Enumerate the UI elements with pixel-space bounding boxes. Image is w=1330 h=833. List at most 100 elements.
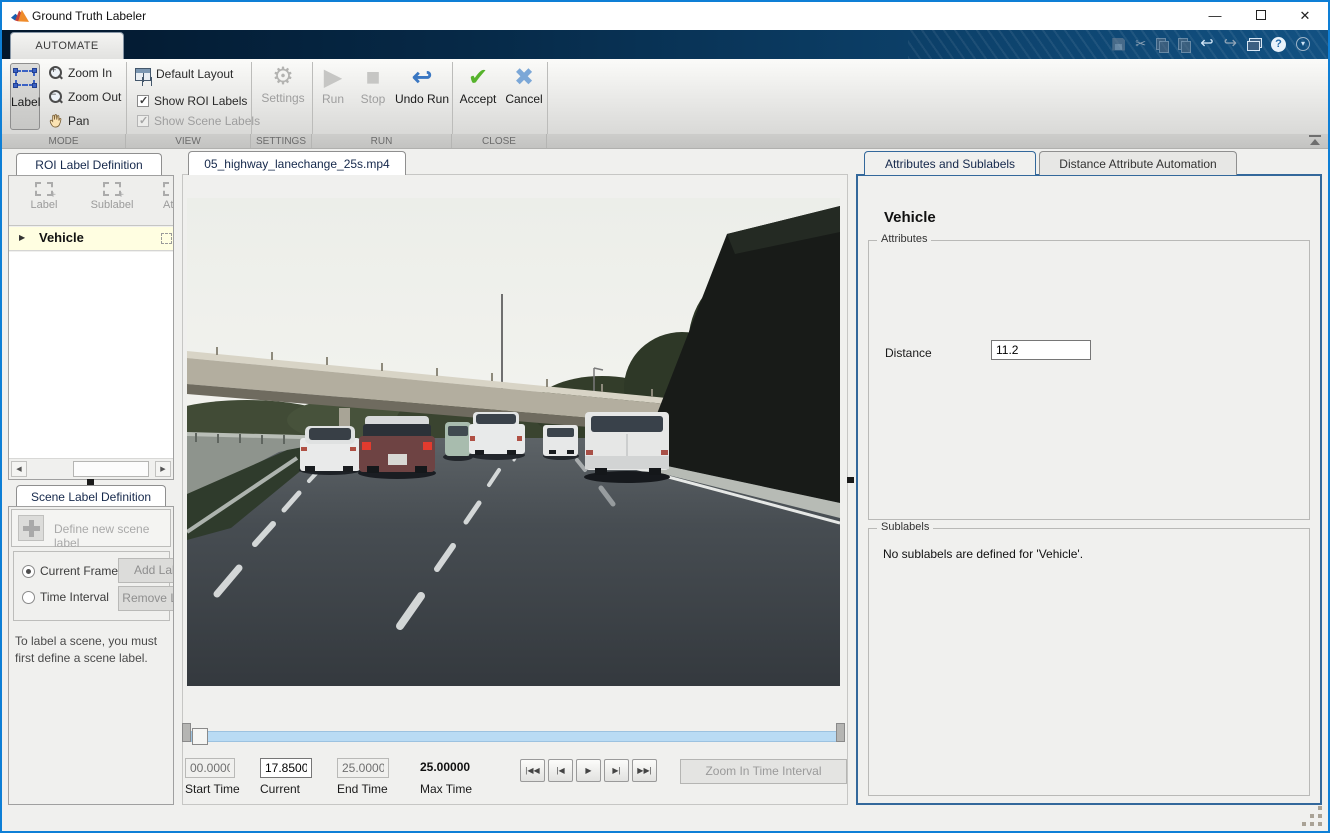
cut-icon[interactable]: ✂ xyxy=(1135,34,1146,54)
zoom-in-label: Zoom In xyxy=(68,66,112,80)
scene-hint-text: To label a scene, you must first define … xyxy=(15,633,167,668)
layout-windows-icon[interactable] xyxy=(1247,38,1261,50)
goto-last-frame-button[interactable]: ▶▶| xyxy=(632,759,657,782)
timeline-thumb[interactable] xyxy=(192,728,208,745)
zoom-out-button[interactable]: − Zoom Out xyxy=(48,89,121,104)
scene-label-definition-tab[interactable]: Scene Label Definition xyxy=(16,485,166,507)
ribbon-tab-automate[interactable]: AUTOMATE xyxy=(10,32,124,59)
label-mode-button[interactable]: Label xyxy=(10,63,40,130)
close-button[interactable]: ✕ xyxy=(1288,6,1322,26)
run-button[interactable]: ▶ Run xyxy=(318,65,348,106)
roi-label-caption: Label xyxy=(15,199,73,211)
roi-item-list[interactable] xyxy=(9,252,173,458)
ribbon-section-strip: MODE VIEW SETTINGS RUN CLOSE xyxy=(2,134,1328,149)
goto-first-frame-button[interactable]: |◀◀ xyxy=(520,759,545,782)
copy-icon[interactable] xyxy=(1156,38,1168,51)
resize-grip[interactable] xyxy=(1302,806,1324,826)
radio-selected-icon xyxy=(22,565,35,578)
title-bar: Ground Truth Labeler — ✕ xyxy=(2,2,1328,30)
pan-label: Pan xyxy=(68,114,89,128)
time-interval-radio[interactable]: Time Interval xyxy=(22,590,109,604)
scroll-right-icon[interactable]: ▶ xyxy=(155,461,171,477)
maximize-icon xyxy=(1256,10,1266,20)
add-label-button[interactable]: Add Label xyxy=(118,558,174,583)
start-time-field[interactable] xyxy=(185,758,235,778)
cancel-button[interactable]: ✖ Cancel xyxy=(502,65,546,106)
play-button[interactable]: ▶ xyxy=(576,759,601,782)
attributes-fieldset: Attributes Distance xyxy=(868,240,1310,520)
pan-button[interactable]: Pan xyxy=(48,113,89,128)
scroll-left-icon[interactable]: ◀ xyxy=(11,461,27,477)
checkbox-checked-disabled-icon xyxy=(137,115,149,127)
scrollbar-thumb[interactable] xyxy=(73,461,149,477)
zoom-in-button[interactable]: + Zoom In xyxy=(48,65,112,80)
show-scene-labels-label: Show Scene Labels xyxy=(154,114,260,128)
pan-hand-icon xyxy=(48,113,63,128)
roi-label-button[interactable]: Label xyxy=(15,179,73,223)
roi-dashed-box-icon[interactable] xyxy=(161,233,172,244)
settings-button[interactable]: ⚙ Settings xyxy=(257,64,309,105)
zoom-out-label: Zoom Out xyxy=(68,90,121,104)
app-window: Ground Truth Labeler — ✕ AUTOMATE ✂ ↩ ↪ … xyxy=(0,0,1330,833)
paste-icon[interactable] xyxy=(1178,38,1190,51)
roi-item-vehicle[interactable]: ▶ Vehicle xyxy=(9,227,173,251)
expander-icon[interactable]: ▶ xyxy=(19,233,25,242)
roi-color-swatch xyxy=(145,231,154,247)
settings-label: Settings xyxy=(257,91,309,105)
video-frame[interactable] xyxy=(187,198,840,686)
run-label: Run xyxy=(318,92,348,106)
interval-end-handle[interactable] xyxy=(836,723,845,742)
section-settings: SETTINGS xyxy=(251,134,312,148)
interval-start-handle[interactable] xyxy=(182,723,191,742)
default-layout-button[interactable]: Default Layout xyxy=(135,67,233,81)
previous-frame-button[interactable]: |◀ xyxy=(548,759,573,782)
undo-icon[interactable]: ↩ xyxy=(1200,34,1213,54)
roi-item-name: Vehicle xyxy=(39,230,84,245)
collapse-ribbon-icon[interactable] xyxy=(1308,135,1322,146)
scene-apply-group: Current Frame Time Interval Add Label Re… xyxy=(13,551,170,621)
end-time-field[interactable] xyxy=(337,758,389,778)
video-source-tab[interactable]: 05_highway_lanechange_25s.mp4 xyxy=(188,151,406,175)
redo-icon[interactable]: ↪ xyxy=(1224,34,1237,54)
toolbar-dropdown-icon[interactable]: ▾ xyxy=(1296,37,1310,51)
current-frame-radio[interactable]: Current Frame xyxy=(22,564,118,578)
save-icon[interactable] xyxy=(1112,38,1125,51)
roi-horizontal-scrollbar[interactable]: ◀ ▶ xyxy=(9,458,173,479)
next-frame-button[interactable]: ▶| xyxy=(604,759,629,782)
panel-splitter-handle[interactable] xyxy=(847,477,854,483)
remove-label-button[interactable]: Remove Label xyxy=(118,586,174,611)
distance-input[interactable] xyxy=(991,340,1091,360)
checkbox-checked-icon xyxy=(137,95,149,107)
help-icon[interactable]: ? xyxy=(1271,37,1286,52)
timeline-track[interactable] xyxy=(191,731,837,742)
zoom-in-icon: + xyxy=(48,65,63,80)
show-roi-labels-checkbox[interactable]: Show ROI Labels xyxy=(137,94,247,108)
maximize-button[interactable] xyxy=(1244,6,1278,26)
roi-sublabel-button[interactable]: Sublabel xyxy=(83,179,141,223)
accept-button[interactable]: ✔ Accept xyxy=(456,65,500,106)
roi-label-definition-tab[interactable]: ROI Label Definition xyxy=(16,153,162,176)
cancel-label: Cancel xyxy=(502,92,546,106)
define-scene-label-button[interactable]: Define new scene label xyxy=(11,509,171,547)
end-time-label: End Time xyxy=(337,782,388,796)
stop-button[interactable]: ■ Stop xyxy=(358,65,388,106)
start-time-label: Start Time xyxy=(185,782,240,796)
undo-run-label: Undo Run xyxy=(394,92,450,106)
zoom-out-icon: − xyxy=(48,89,63,104)
section-separator xyxy=(547,62,548,134)
roi-attribute-button[interactable]: Attribute xyxy=(157,179,174,223)
radio-unselected-icon xyxy=(22,591,35,604)
section-view: VIEW xyxy=(126,134,251,148)
video-annotations xyxy=(187,198,840,686)
show-scene-labels-checkbox[interactable]: Show Scene Labels xyxy=(137,114,260,128)
tab-attributes-and-sublabels[interactable]: Attributes and Sublabels xyxy=(864,151,1036,175)
current-time-field[interactable] xyxy=(260,758,312,778)
minimize-button[interactable]: — xyxy=(1198,6,1232,26)
attributes-panel: Vehicle Attributes Distance Sublabels No… xyxy=(856,174,1322,805)
tab-distance-attribute-automation[interactable]: Distance Attribute Automation xyxy=(1039,151,1237,175)
zoom-in-time-interval-button[interactable]: Zoom In Time Interval xyxy=(680,759,847,784)
layout-grid-icon xyxy=(135,68,151,81)
matlab-logo-icon xyxy=(11,8,29,24)
accept-label: Accept xyxy=(456,92,500,106)
undo-run-button[interactable]: ↩ Undo Run xyxy=(394,65,450,106)
